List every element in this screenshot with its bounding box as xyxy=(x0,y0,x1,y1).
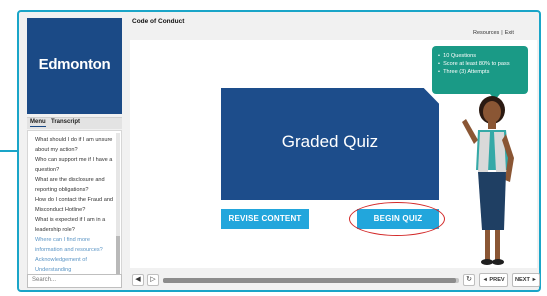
presenter-illustration xyxy=(462,96,514,265)
search-input[interactable]: Search... xyxy=(27,274,122,288)
menu-item[interactable]: question? xyxy=(35,165,115,175)
menu-item[interactable]: leadership role? xyxy=(35,225,115,235)
menu-tabs: Menu Transcript xyxy=(27,117,122,129)
replay-icon[interactable]: ↻ xyxy=(463,274,475,286)
slide-canvas: Graded Quiz REVISE CONTENT BEGIN QUIZ • … xyxy=(130,40,537,268)
logo: Edmonton xyxy=(27,18,122,114)
menu-item[interactable]: information and resources? xyxy=(35,245,115,255)
resources-link[interactable]: Resources xyxy=(473,30,499,36)
search-placeholder: Search... xyxy=(32,277,57,283)
bubble-score-text: Score at least 80% to pass xyxy=(443,61,510,67)
menu-item[interactable]: What should I do if I am unsure xyxy=(35,135,115,145)
menu-item[interactable]: Misconduct Hotline? xyxy=(35,205,115,215)
next-button[interactable]: NEXT ► xyxy=(512,273,540,287)
play-icon[interactable]: ▷ xyxy=(147,274,159,286)
menu-item[interactable]: What are the disclosure and xyxy=(35,175,115,185)
menu-item[interactable]: Acknowledgement of xyxy=(35,255,115,265)
bubble-line-questions: • 10 Questions xyxy=(438,53,477,59)
seekbar-progress xyxy=(163,278,457,283)
header-separator: | xyxy=(501,30,503,36)
info-bubble: • 10 Questions • Score at least 80% to p… xyxy=(432,46,528,100)
tab-menu[interactable]: Menu xyxy=(30,119,46,127)
seekbar[interactable] xyxy=(163,278,459,283)
sidebar: Edmonton Menu Transcript What should I d… xyxy=(27,16,122,288)
header-links: Resources | Exit xyxy=(473,30,514,36)
menu-item[interactable]: What is expected if I am in a xyxy=(35,215,115,225)
prev-button[interactable]: ◄ PREV xyxy=(479,273,508,287)
quiz-title-card: Graded Quiz xyxy=(221,88,439,200)
speaker-icon[interactable]: ◀ xyxy=(132,274,144,286)
quiz-title: Graded Quiz xyxy=(281,132,379,151)
exit-link[interactable]: Exit xyxy=(505,30,514,36)
menu-item[interactable]: How do I contact the Fraud and xyxy=(35,195,115,205)
bubble-line-score: • Score at least 80% to pass xyxy=(438,61,510,67)
logo-text: Edmonton xyxy=(38,56,111,73)
player-controls: ◀ ▷ ↻ ◄ PREV NEXT ► xyxy=(130,272,540,288)
menu-item[interactable]: about my action? xyxy=(35,145,115,155)
tab-transcript[interactable]: Transcript xyxy=(51,119,80,125)
course-title: Code of Conduct xyxy=(132,18,185,25)
menu-item[interactable]: Who can support me if I have a xyxy=(35,155,115,165)
bubble-questions-text: 10 Questions xyxy=(443,53,477,59)
menu-scrollbar-thumb[interactable] xyxy=(116,236,120,276)
menu-item[interactable]: reporting obligations? xyxy=(35,185,115,195)
revise-content-button[interactable]: REVISE CONTENT xyxy=(221,209,309,229)
bubble-line-attempts: • Three (3) Attempts xyxy=(438,69,490,75)
menu-item[interactable]: Where can I find more xyxy=(35,235,115,245)
highlight-circle xyxy=(349,202,445,236)
bubble-attempts-text: Three (3) Attempts xyxy=(443,69,490,75)
menu-list: What should I do if I am unsure about my … xyxy=(27,130,122,280)
screen: Edmonton Menu Transcript What should I d… xyxy=(0,0,547,296)
